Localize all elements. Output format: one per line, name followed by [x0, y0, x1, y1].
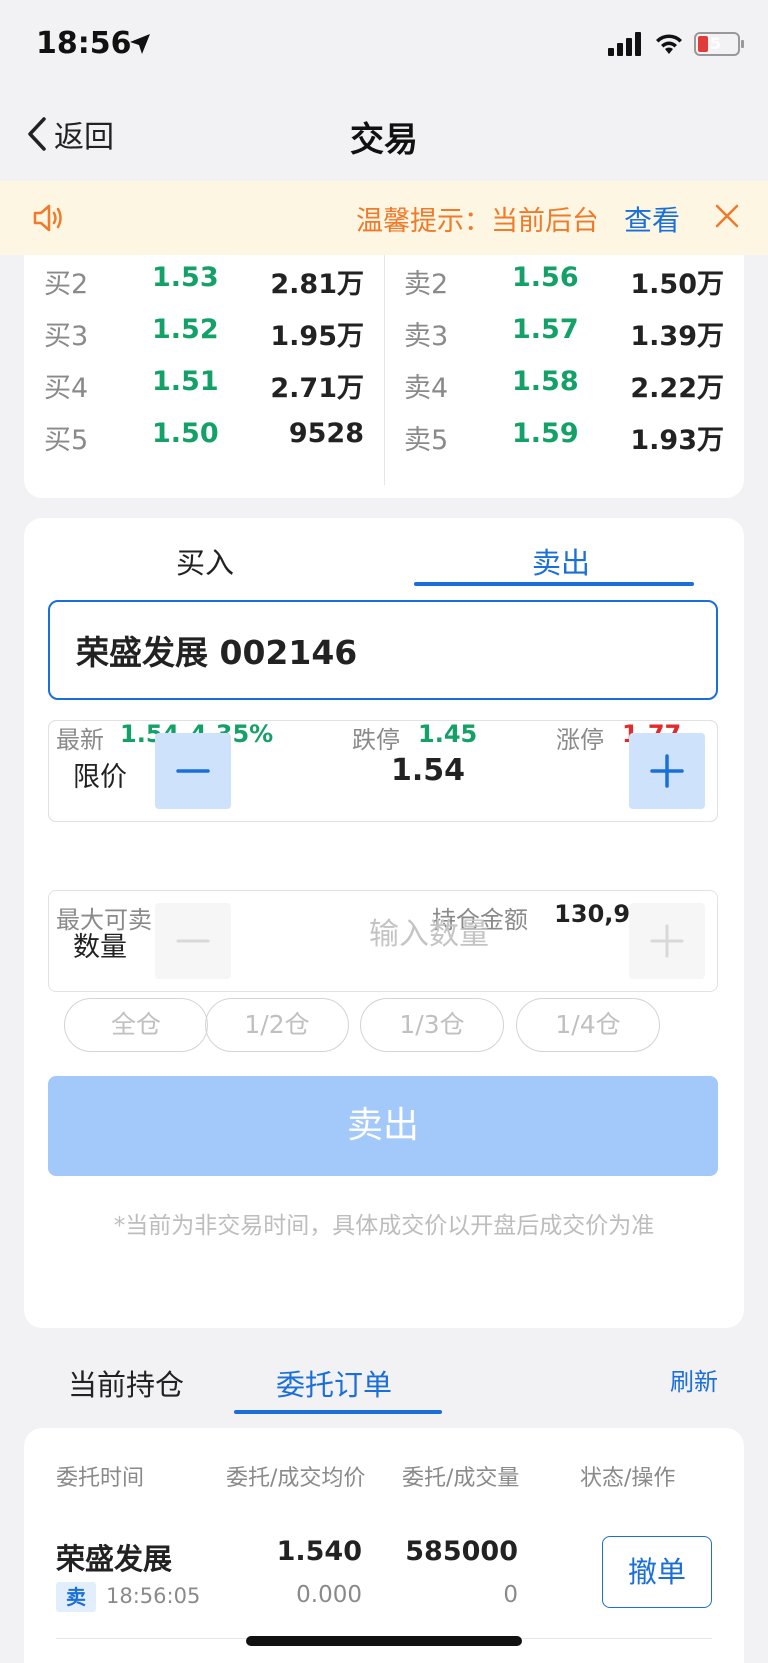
- nav-bar: 返回 交易: [0, 90, 768, 180]
- quantity-stepper: 数量: [48, 890, 718, 992]
- tab-underline: [414, 582, 694, 586]
- location-arrow-icon: [130, 34, 150, 54]
- stock-field[interactable]: 荣盛发展 002146: [48, 600, 718, 700]
- status-icons: 5: [608, 32, 744, 56]
- order-filled: 0: [503, 1582, 518, 1608]
- tab-orders-underline: [234, 1410, 442, 1414]
- status-bar: 18:56 5: [0, 0, 768, 90]
- ask-price: 1.56: [512, 262, 579, 293]
- position-quarter-button[interactable]: 1/4仓: [516, 998, 660, 1052]
- battery-icon: 5: [694, 32, 744, 56]
- price-stepper-body: 限价 1.54: [48, 720, 718, 822]
- status-time: 18:56: [36, 26, 132, 61]
- order-time: 18:56:05: [106, 1584, 201, 1608]
- ask-label: 卖2: [404, 269, 449, 300]
- lower-tabs: 当前持仓 委托订单 刷新: [0, 1340, 768, 1420]
- bid-row[interactable]: 买3 1.52 1.95万: [44, 314, 364, 354]
- bid-label: 买5: [44, 425, 89, 456]
- price-increase-button[interactable]: [629, 733, 705, 809]
- position-half-button[interactable]: 1/2仓: [205, 998, 349, 1052]
- trade-panel: 买入 卖出 荣盛发展 002146 最新 1.54 -4.35% 跌停 1.45…: [24, 518, 744, 1328]
- bid-volume: 2.71万: [270, 373, 364, 404]
- bid-label: 买2: [44, 269, 89, 300]
- refresh-button[interactable]: 刷新: [670, 1362, 718, 1397]
- bid-volume: 2.81万: [270, 269, 364, 300]
- bid-label: 买4: [44, 373, 89, 404]
- order-stock-name: 荣盛发展: [56, 1542, 173, 1576]
- price-decrease-button[interactable]: [155, 733, 231, 809]
- notice-text: 温馨提示：当前后台: [356, 206, 596, 237]
- minus-icon: [176, 769, 210, 773]
- price-value[interactable]: 1.54: [239, 753, 617, 788]
- page-title: 交易: [350, 120, 418, 160]
- tab-holdings[interactable]: 当前持仓: [68, 1362, 184, 1404]
- cancel-order-button[interactable]: 撤单: [602, 1536, 712, 1608]
- notice-bar: 温馨提示：当前后台 查看: [0, 181, 768, 255]
- tab-orders[interactable]: 委托订单: [276, 1362, 392, 1404]
- close-icon[interactable]: [714, 203, 740, 229]
- stock-field-value: 荣盛发展 002146: [76, 633, 358, 672]
- bid-row[interactable]: 买5 1.50 9528: [44, 418, 364, 458]
- plus-icon: [650, 754, 684, 788]
- wifi-icon: [656, 34, 682, 54]
- order-quantity: 585000: [405, 1536, 518, 1567]
- ask-row[interactable]: 卖4 1.58 2.22万: [404, 366, 724, 406]
- sell-submit-button[interactable]: 卖出: [48, 1076, 718, 1176]
- ask-row[interactable]: 卖5 1.59 1.93万: [404, 418, 724, 458]
- column-header: 委托/成交量: [402, 1466, 520, 1491]
- ask-label: 卖4: [404, 373, 449, 404]
- quantity-label: 数量: [73, 932, 127, 963]
- position-full-button[interactable]: 全仓: [64, 998, 208, 1052]
- battery-level: 5: [710, 34, 722, 53]
- order-side-badge: 卖: [56, 1582, 96, 1612]
- ask-volume: 2.22万: [630, 373, 724, 404]
- bid-label: 买3: [44, 321, 89, 352]
- home-indicator: [246, 1636, 522, 1646]
- quantity-decrease-button[interactable]: [155, 903, 231, 979]
- bid-price: 1.50: [152, 418, 219, 449]
- notice-view-link[interactable]: 查看: [624, 199, 680, 239]
- ask-price: 1.58: [512, 366, 579, 397]
- column-header: 状态/操作: [580, 1466, 676, 1491]
- bid-row[interactable]: 买4 1.51 2.71万: [44, 366, 364, 406]
- column-header: 委托/成交均价: [226, 1466, 366, 1491]
- quantity-input[interactable]: [239, 917, 619, 952]
- bid-price: 1.51: [152, 366, 219, 397]
- plus-icon: [650, 924, 684, 958]
- order-book-divider: [384, 255, 385, 485]
- bid-volume: 9528: [288, 418, 364, 449]
- bid-row[interactable]: 买2 1.53 2.81万: [44, 262, 364, 302]
- ask-price: 1.59: [512, 418, 579, 449]
- quantity-increase-button[interactable]: [629, 903, 705, 979]
- ask-row[interactable]: 卖2 1.56 1.50万: [404, 262, 724, 302]
- bid-price: 1.53: [152, 262, 219, 293]
- ask-label: 卖3: [404, 321, 449, 352]
- bid-volume: 1.95万: [270, 321, 364, 352]
- trading-hours-disclaimer: *当前为非交易时间，具体成交价以开盘后成交价为准: [113, 1213, 655, 1239]
- signal-icon: [608, 32, 641, 56]
- ask-volume: 1.50万: [630, 269, 724, 300]
- tab-buy[interactable]: 买入: [176, 540, 234, 582]
- speaker-icon: [33, 204, 62, 232]
- order-book: 买2 1.53 2.81万 买3 1.52 1.95万 买4 1.51 2.71…: [24, 255, 744, 498]
- ask-price: 1.57: [512, 314, 579, 345]
- ask-volume: 1.93万: [630, 425, 724, 456]
- ask-row[interactable]: 卖3 1.57 1.39万: [404, 314, 724, 354]
- order-price: 1.540: [276, 1536, 362, 1567]
- ask-volume: 1.39万: [630, 321, 724, 352]
- bid-price: 1.52: [152, 314, 219, 345]
- orders-list: 委托时间 委托/成交均价 委托/成交量 状态/操作 荣盛发展 卖 18:56:0…: [24, 1428, 744, 1663]
- column-header: 委托时间: [56, 1466, 145, 1491]
- position-third-button[interactable]: 1/3仓: [360, 998, 504, 1052]
- price-label: 限价: [73, 762, 127, 793]
- minus-icon: [176, 939, 210, 943]
- ask-label: 卖5: [404, 425, 449, 456]
- tab-sell[interactable]: 卖出: [532, 540, 590, 582]
- order-avg-price: 0.000: [296, 1582, 362, 1608]
